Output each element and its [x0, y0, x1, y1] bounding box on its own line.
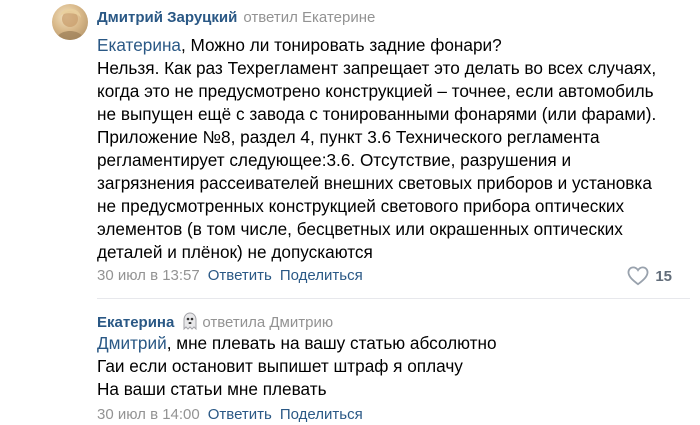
share-button[interactable]: Поделиться — [280, 267, 363, 284]
comment-line: не выпущен ещё с завода с тонированными … — [97, 104, 657, 124]
comment-date[interactable]: 30 июл в 14:00 — [97, 406, 200, 423]
replied-to-text[interactable]: ответила Дмитрию — [202, 314, 333, 331]
comment-line-text: , Можно ли тонировать задние фонари? — [181, 35, 502, 55]
mention-link[interactable]: Дмитрий — [97, 333, 167, 353]
comment-line: загрязнения рассеивателей внешних светов… — [97, 173, 652, 193]
replied-to-text[interactable]: ответил Екатерине — [243, 9, 375, 26]
comment-text: Дмитрий, мне плевать на вашу статью абсо… — [97, 332, 697, 401]
like-button[interactable]: 15 — [627, 266, 672, 286]
comment-footer: 30 июл в 14:00 Ответить Поделиться — [97, 406, 363, 424]
reply-button[interactable]: Ответить — [208, 267, 272, 284]
comment-line: деталей и плёнок) не допускаются — [97, 242, 373, 262]
comment-line: Приложение №8, раздел 4, пункт 3.6 Техни… — [97, 127, 600, 147]
avatar[interactable] — [52, 4, 88, 40]
reply-button[interactable]: Ответить — [208, 406, 272, 423]
comment-line-text: , мне плевать на вашу статью абсолютно — [166, 333, 497, 353]
comment-line: регламентирует следующее:3.6. Отсутствие… — [97, 150, 572, 170]
comment-line: Гаи если остановит выпишет штраф я оплач… — [97, 356, 463, 376]
share-button[interactable]: Поделиться — [280, 406, 363, 423]
mention-link[interactable]: Екатерина — [97, 35, 181, 55]
comment-text: Екатерина, Можно ли тонировать задние фо… — [97, 34, 697, 264]
comment-line: На ваши статьи мне плевать — [97, 379, 327, 399]
avatar-photo-icon — [56, 8, 84, 40]
author-name[interactable]: Дмитрий Заруцкий — [97, 9, 237, 26]
comment-line: элементов (в том числе, бесцветных или о… — [97, 219, 623, 239]
likes-count: 15 — [655, 267, 672, 285]
ghost-icon — [183, 312, 197, 330]
divider — [97, 298, 690, 299]
comment-line: не предусмотренных конструкцией световог… — [97, 196, 625, 216]
comment-line: Екатерина, Можно ли тонировать задние фо… — [97, 34, 697, 57]
comment-line: Нельзя. Как раз Техрегламент запрещает э… — [97, 58, 657, 78]
author-name[interactable]: Екатерина — [97, 314, 174, 331]
comment-header: Дмитрий Заруцкий ответил Екатерине — [97, 9, 375, 27]
comment-footer: 30 июл в 13:57 Ответить Поделиться — [97, 267, 363, 285]
comment-line: когда это не предусмотрено конструкцией … — [97, 81, 654, 101]
comment-line: Дмитрий, мне плевать на вашу статью абсо… — [97, 332, 697, 355]
heart-icon — [627, 266, 649, 286]
comment-header: Екатерина ответила Дмитрию — [97, 312, 333, 332]
comment-date[interactable]: 30 июл в 13:57 — [97, 267, 200, 284]
